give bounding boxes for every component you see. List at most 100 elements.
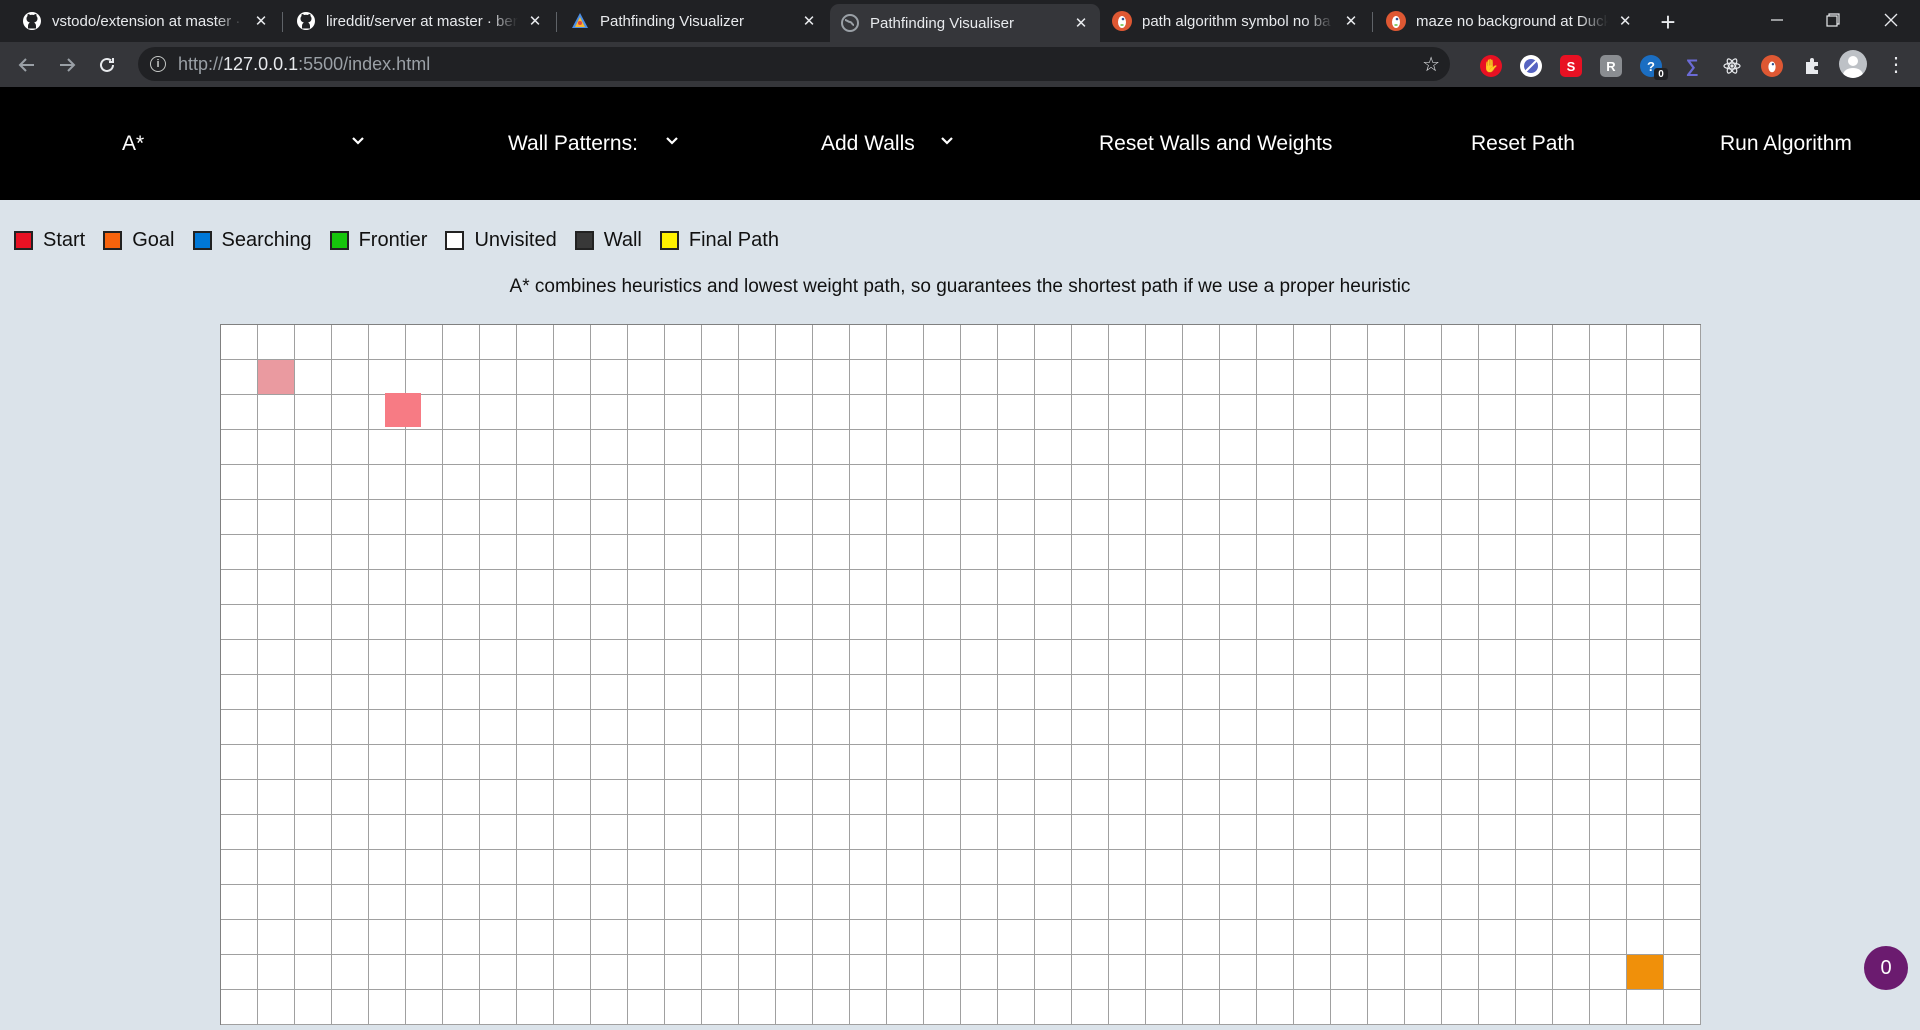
grid-cell[interactable] (1072, 780, 1109, 815)
grid-cell[interactable] (887, 325, 924, 360)
grid-cell[interactable] (1627, 535, 1664, 570)
grid-cell[interactable] (554, 710, 591, 745)
grid-cell[interactable] (1553, 535, 1590, 570)
grid-cell[interactable] (1664, 885, 1701, 920)
grid-cell[interactable] (517, 605, 554, 640)
grid-cell[interactable] (332, 675, 369, 710)
grid-cell[interactable] (1553, 640, 1590, 675)
grid-cell[interactable] (1072, 395, 1109, 430)
grid-cell[interactable] (1294, 605, 1331, 640)
grid-cell[interactable] (739, 570, 776, 605)
grid-cell[interactable] (1146, 710, 1183, 745)
grid-cell[interactable] (221, 395, 258, 430)
grid-cell[interactable] (443, 395, 480, 430)
grid-cell[interactable] (221, 465, 258, 500)
grid-cell[interactable] (1072, 850, 1109, 885)
grid-cell[interactable] (1109, 360, 1146, 395)
grid-cell[interactable] (1294, 500, 1331, 535)
grid-cell[interactable] (850, 990, 887, 1025)
grid-cell[interactable] (776, 815, 813, 850)
grid-cell[interactable] (1109, 500, 1146, 535)
grid-cell[interactable] (850, 710, 887, 745)
grid-cell[interactable] (332, 360, 369, 395)
grid-cell[interactable] (998, 605, 1035, 640)
grid-cell[interactable] (1405, 395, 1442, 430)
grid-cell[interactable] (628, 990, 665, 1025)
grid-cell[interactable] (1220, 430, 1257, 465)
grid-cell[interactable] (1331, 990, 1368, 1025)
grid-cell[interactable] (369, 465, 406, 500)
grid-cell[interactable] (1479, 990, 1516, 1025)
grid-cell[interactable] (1664, 710, 1701, 745)
grid-cell[interactable] (1109, 920, 1146, 955)
close-window-icon[interactable] (1864, 0, 1918, 40)
grid-cell[interactable] (295, 535, 332, 570)
grid-cell[interactable] (332, 780, 369, 815)
grid-cell[interactable] (1220, 500, 1257, 535)
grid-cell[interactable] (1516, 430, 1553, 465)
grid-cell[interactable] (1109, 605, 1146, 640)
grid-cell[interactable] (998, 535, 1035, 570)
grid-cell[interactable] (591, 430, 628, 465)
grid-cell[interactable] (406, 990, 443, 1025)
grid-cell[interactable] (258, 815, 295, 850)
grid-cell[interactable] (517, 990, 554, 1025)
info-icon[interactable]: i (150, 56, 166, 72)
grid-cell[interactable] (369, 745, 406, 780)
grid-cell[interactable] (480, 885, 517, 920)
grid-cell[interactable] (1516, 815, 1553, 850)
grid-cell[interactable] (1146, 640, 1183, 675)
grid-cell[interactable] (554, 360, 591, 395)
grid-cell[interactable] (1257, 885, 1294, 920)
grid-cell[interactable] (1146, 325, 1183, 360)
grid-cell[interactable] (591, 675, 628, 710)
grid-cell[interactable] (739, 920, 776, 955)
grid-cell[interactable] (443, 570, 480, 605)
grid-cell[interactable] (1331, 710, 1368, 745)
grid-cell[interactable] (406, 955, 443, 990)
grid-cell[interactable] (1405, 570, 1442, 605)
grid-cell[interactable] (1220, 990, 1257, 1025)
grid-cell[interactable] (628, 360, 665, 395)
grid-cell[interactable] (1664, 465, 1701, 500)
duckduckgo-extension-icon[interactable] (1761, 55, 1783, 77)
grid-cell[interactable] (813, 710, 850, 745)
grid-cell[interactable] (1109, 815, 1146, 850)
grid-cell[interactable] (628, 675, 665, 710)
grid-cell[interactable] (221, 500, 258, 535)
grid-cell[interactable] (443, 885, 480, 920)
grid-cell[interactable] (850, 815, 887, 850)
grid-cell[interactable] (258, 430, 295, 465)
grid-cell[interactable] (961, 360, 998, 395)
grid-cell[interactable] (591, 465, 628, 500)
grid-cell[interactable] (480, 360, 517, 395)
grid-cell[interactable] (739, 430, 776, 465)
grid-cell[interactable] (554, 570, 591, 605)
grid-cell[interactable] (739, 395, 776, 430)
grid-cell[interactable] (1516, 745, 1553, 780)
grid-cell[interactable] (1553, 605, 1590, 640)
grid-cell[interactable] (1516, 955, 1553, 990)
grid-cell[interactable] (332, 850, 369, 885)
grid-cell[interactable] (1072, 955, 1109, 990)
grid-cell[interactable] (554, 605, 591, 640)
grid-cell[interactable] (1664, 745, 1701, 780)
grid-cell[interactable] (1553, 430, 1590, 465)
grid-cell[interactable] (1183, 535, 1220, 570)
grid-cell[interactable] (221, 850, 258, 885)
grid-cell[interactable] (1479, 850, 1516, 885)
grid-cell[interactable] (1183, 920, 1220, 955)
grid-cell[interactable] (480, 850, 517, 885)
grid-cell[interactable] (776, 360, 813, 395)
grid-cell[interactable] (443, 360, 480, 395)
grid-cell[interactable] (1035, 465, 1072, 500)
grid-cell[interactable] (443, 815, 480, 850)
grid-cell[interactable] (1035, 850, 1072, 885)
grid-cell[interactable] (295, 325, 332, 360)
grid-cell[interactable] (665, 465, 702, 500)
grid-cell[interactable] (406, 815, 443, 850)
grid-cell[interactable] (665, 850, 702, 885)
grid-cell[interactable] (1590, 955, 1627, 990)
grid-cell[interactable] (776, 920, 813, 955)
grid-cell[interactable] (1035, 430, 1072, 465)
